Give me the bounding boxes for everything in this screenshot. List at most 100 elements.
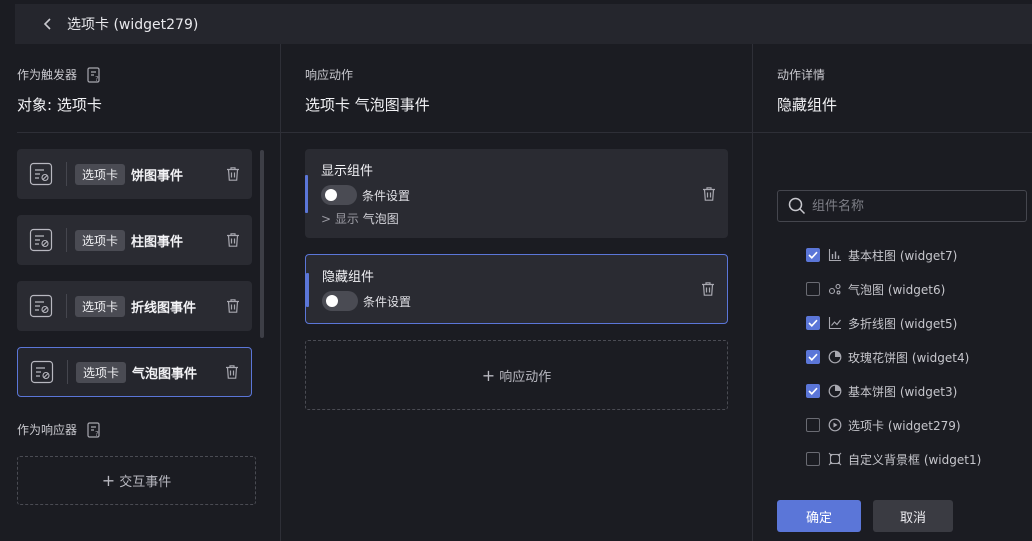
- toggle-label: 条件设置: [363, 295, 412, 309]
- component-list-item[interactable]: 基本饼图 (widget3): [806, 381, 957, 401]
- event-source-tag: 选项卡: [75, 295, 126, 317]
- event-separator: [67, 360, 68, 384]
- page-title: 选项卡 (widget279): [67, 17, 199, 33]
- action-card-hide[interactable]: 隐藏组件 条件设置: [305, 254, 728, 324]
- event-type-icon: [29, 228, 53, 252]
- component-checkbox[interactable]: [806, 418, 820, 432]
- event-source-tag: 选项卡: [75, 229, 126, 251]
- component-label: 基本柱图 (widget7): [848, 248, 958, 263]
- component-checkbox[interactable]: [806, 248, 820, 262]
- component-label: 自定义背景框 (widget1): [848, 452, 982, 467]
- trigger-event-card[interactable]: 选项卡 饼图事件: [17, 149, 252, 199]
- summary-prefix: > 显示: [321, 212, 359, 226]
- column-divider: [280, 44, 281, 541]
- action-target-summary: > 显示 气泡图: [321, 210, 399, 227]
- responder-label-text: 作为响应器: [17, 423, 78, 437]
- bubble-chart-icon: [828, 282, 842, 296]
- component-checkbox[interactable]: [806, 282, 820, 296]
- trash-icon[interactable]: [702, 186, 716, 202]
- condition-toggle[interactable]: [322, 291, 358, 311]
- pie-chart-icon: [828, 350, 842, 364]
- frame-icon: [828, 452, 842, 466]
- trigger-label-text: 作为触发器: [17, 68, 78, 82]
- component-label: 多折线图 (widget5): [848, 316, 958, 331]
- condition-toggle[interactable]: [321, 185, 357, 205]
- summary-target: 气泡图: [362, 212, 399, 226]
- top-bar: 选项卡 (widget279): [15, 4, 1032, 44]
- event-type-icon: [29, 162, 53, 186]
- component-list-item[interactable]: 自定义背景框 (widget1): [806, 449, 981, 469]
- chevron-left-icon[interactable]: [33, 4, 63, 44]
- trigger-object-title: 对象: 选项卡: [17, 96, 102, 114]
- trash-icon[interactable]: [226, 166, 240, 182]
- component-list-item[interactable]: 选项卡 (widget279): [806, 415, 961, 435]
- divider: [753, 132, 1032, 133]
- component-checkbox[interactable]: [806, 350, 820, 364]
- add-action-label: 响应动作: [499, 369, 552, 385]
- add-response-action-button[interactable]: + 响应动作: [305, 340, 728, 410]
- component-checkbox[interactable]: [806, 452, 820, 466]
- divider: [17, 132, 280, 133]
- trigger-event-card[interactable]: 选项卡 折线图事件: [17, 281, 252, 331]
- action-title: 隐藏组件: [322, 270, 375, 285]
- component-list-item[interactable]: 多折线图 (widget5): [806, 313, 957, 333]
- event-name: 饼图事件: [131, 168, 184, 184]
- trigger-event-card[interactable]: 选项卡 柱图事件: [17, 215, 252, 265]
- event-source-tag: 选项卡: [75, 163, 126, 185]
- details-title: 隐藏组件: [777, 96, 838, 114]
- response-section-label: 响应动作: [305, 68, 354, 82]
- plus-icon: +: [481, 365, 496, 385]
- divider: [281, 132, 752, 133]
- bar-chart-icon: [828, 248, 842, 262]
- event-type-icon: [29, 294, 53, 318]
- component-label: 玫瑰花饼图 (widget4): [848, 350, 970, 365]
- pie-chart-icon: [828, 384, 842, 398]
- search-icon: [788, 197, 806, 215]
- trigger-section-label: 作为触发器 ?: [17, 66, 101, 83]
- trigger-event-card[interactable]: 选项卡 气泡图事件: [17, 347, 252, 397]
- component-label: 基本饼图 (widget3): [848, 384, 958, 399]
- add-interaction-button[interactable]: + 交互事件: [17, 456, 256, 505]
- event-separator: [66, 228, 67, 252]
- column-divider: [752, 44, 753, 541]
- cancel-button[interactable]: 取消: [873, 500, 953, 532]
- details-section-label: 动作详情: [777, 68, 826, 82]
- trash-icon[interactable]: [225, 364, 239, 380]
- action-card-show[interactable]: 显示组件 条件设置 > 显示 气泡图: [305, 149, 728, 238]
- component-list-item[interactable]: 玫瑰花饼图 (widget4): [806, 347, 969, 367]
- trash-icon[interactable]: [701, 281, 715, 297]
- component-label: 选项卡 (widget279): [848, 418, 961, 433]
- scrollbar[interactable]: [260, 150, 264, 338]
- trash-icon[interactable]: [226, 232, 240, 248]
- trash-icon[interactable]: [226, 298, 240, 314]
- event-name: 折线图事件: [131, 300, 197, 316]
- action-accent-bar: [306, 273, 309, 307]
- confirm-button[interactable]: 确定: [777, 500, 861, 532]
- line-chart-icon: [828, 316, 842, 330]
- tab-icon: [828, 418, 842, 432]
- event-name: 气泡图事件: [132, 366, 198, 382]
- event-source-tag: 选项卡: [76, 361, 127, 383]
- component-checkbox[interactable]: [806, 316, 820, 330]
- response-title: 选项卡 气泡图事件: [305, 96, 430, 114]
- component-search-input[interactable]: [812, 198, 1012, 214]
- event-separator: [66, 162, 67, 186]
- event-name: 柱图事件: [131, 234, 184, 250]
- component-search-box[interactable]: [777, 190, 1027, 222]
- doc-help-icon[interactable]: ?: [87, 66, 101, 83]
- action-accent-bar: [305, 175, 308, 213]
- event-separator: [66, 294, 67, 318]
- svg-text:?: ?: [95, 430, 99, 438]
- add-interaction-label: 交互事件: [119, 475, 172, 490]
- doc-help-icon[interactable]: ?: [87, 421, 101, 438]
- toggle-label: 条件设置: [362, 189, 411, 203]
- component-list-item[interactable]: 气泡图 (widget6): [806, 279, 945, 299]
- plus-icon: +: [101, 471, 116, 490]
- component-label: 气泡图 (widget6): [848, 282, 946, 297]
- component-list-item[interactable]: 基本柱图 (widget7): [806, 245, 957, 265]
- event-type-icon: [30, 360, 54, 384]
- responder-section-label: 作为响应器 ?: [17, 421, 101, 438]
- svg-text:?: ?: [95, 75, 99, 83]
- action-title: 显示组件: [321, 164, 374, 179]
- component-checkbox[interactable]: [806, 384, 820, 398]
